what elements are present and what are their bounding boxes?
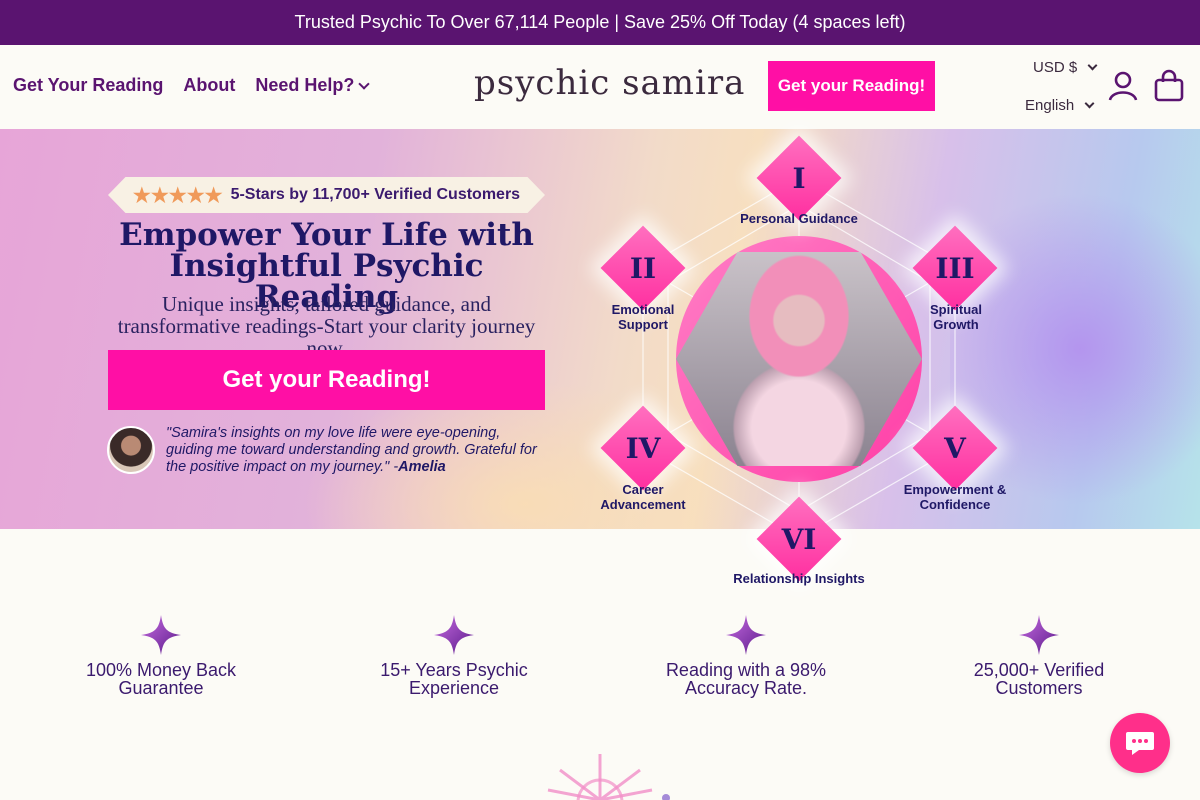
feature-item: 15+ Years Psychic Experience (354, 615, 554, 697)
wheel-label: Spiritual Growth (929, 302, 982, 332)
wheel-numeral: III (935, 251, 975, 285)
feature-item: 25,000+ Verified Customers (939, 615, 1139, 697)
feature-text: 15+ Years Psychic Experience (380, 660, 528, 698)
wheel-numeral: V (944, 431, 966, 465)
sparkle-icon (434, 615, 474, 655)
wheel-numeral: I (792, 161, 806, 195)
feature-strip: 100% Money Back Guarantee 15+ Years Psyc… (0, 615, 1200, 715)
wheel-numeral: II (629, 251, 657, 285)
feature-item: 100% Money Back Guarantee (61, 615, 261, 697)
wheel-label: Emotional Support (611, 302, 675, 332)
chat-icon (1126, 732, 1154, 755)
compass-decoration-icon (547, 754, 670, 800)
sparkle-icon (1019, 615, 1059, 655)
sparkle-icon (141, 615, 181, 655)
wheel-label: Personal Guidance (740, 211, 858, 226)
feature-item: Reading with a 98% Accuracy Rate. (646, 615, 846, 697)
wheel-numeral: VI (781, 522, 817, 556)
wheel-label: Career Advancement (600, 482, 686, 512)
feature-text: Reading with a 98% Accuracy Rate. (665, 660, 827, 698)
wheel-label: Empowerment & Confidence (903, 482, 1007, 512)
sparkle-icon (726, 615, 766, 655)
chat-button[interactable] (1110, 713, 1170, 773)
feature-text: 100% Money Back Guarantee (85, 660, 237, 698)
feature-text: 25,000+ Verified Customers (973, 660, 1105, 698)
wheel-numeral: IV (625, 431, 661, 465)
wheel-label: Relationship Insights (733, 571, 865, 586)
